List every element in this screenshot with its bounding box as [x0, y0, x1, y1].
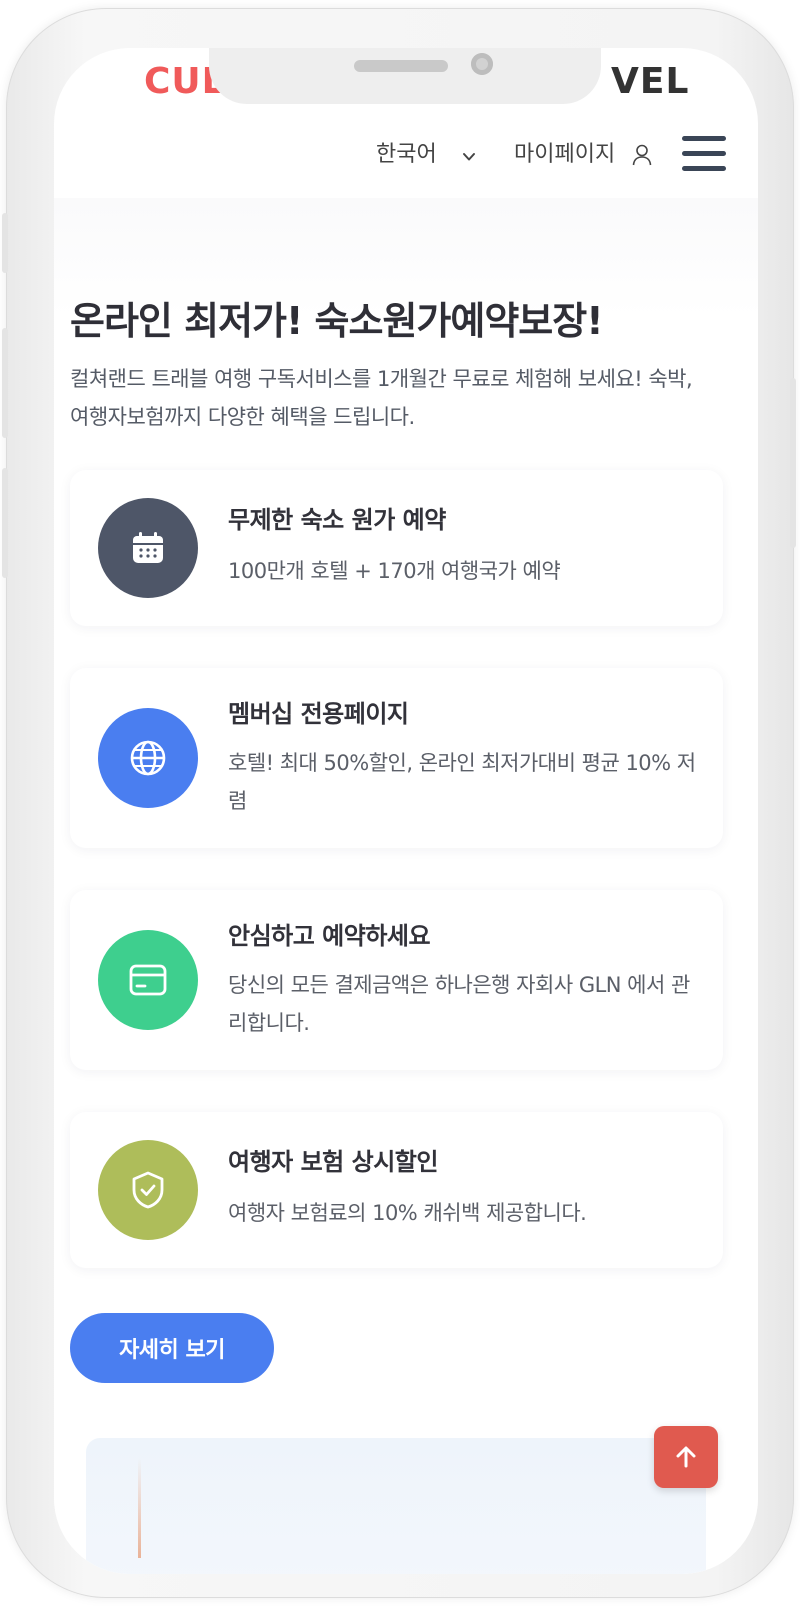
mypage-link[interactable]: 마이페이지 — [514, 140, 615, 170]
feature-icon-badge — [98, 498, 198, 598]
chevron-down-icon[interactable] — [462, 150, 476, 164]
phone-frame: CUL VEL 한국어 마이페이지 온라인 최저가! 숙소원가예약보장! 컬쳐랜… — [2, 8, 796, 1598]
phone-notch — [209, 48, 601, 104]
feature-title: 안심하고 예약하세요 — [228, 922, 431, 950]
view-details-button[interactable]: 자세히 보기 — [70, 1313, 274, 1383]
phone-volume-button — [2, 468, 8, 578]
feature-card: 멤버십 전용페이지 호텔! 최대 50%할인, 온라인 최저가대비 평균 10%… — [70, 668, 723, 848]
shield-check-icon — [132, 1171, 164, 1209]
main-content: 온라인 최저가! 숙소원가예약보장! 컬쳐랜드 트래블 여행 구독서비스를 1개… — [54, 198, 758, 1574]
feature-icon-badge — [98, 930, 198, 1030]
user-icon[interactable] — [632, 144, 652, 166]
credit-card-icon — [129, 964, 167, 996]
feature-card: 안심하고 예약하세요 당신의 모든 결제금액은 하나은행 자회사 GLN 에서 … — [70, 890, 723, 1070]
top-navigation: 한국어 마이페이지 — [54, 128, 758, 190]
feature-description: 당신의 모든 결제금액은 하나은행 자회사 GLN 에서 관리합니다. — [228, 973, 690, 1035]
banner-decoration — [138, 1458, 141, 1558]
front-camera — [471, 53, 493, 75]
promo-banner-image — [86, 1438, 706, 1574]
feature-description: 100만개 호텔 + 170개 여행국가 예약 — [228, 559, 561, 583]
feature-card: 여행자 보험 상시할인 여행자 보험료의 10% 캐쉬백 제공합니다. — [70, 1112, 723, 1268]
speaker-grille — [354, 60, 448, 72]
feature-description: 호텔! 최대 50%할인, 온라인 최저가대비 평균 10% 저렴 — [228, 751, 696, 813]
feature-title: 무제한 숙소 원가 예약 — [228, 506, 446, 534]
feature-icon-badge — [98, 708, 198, 808]
page-title: 온라인 최저가! 숙소원가예약보장! — [70, 299, 604, 343]
phone-screen: CUL VEL 한국어 마이페이지 온라인 최저가! 숙소원가예약보장! 컬쳐랜… — [54, 48, 758, 1574]
feature-description: 여행자 보험료의 10% 캐쉬백 제공합니다. — [228, 1201, 587, 1225]
hamburger-menu-icon[interactable] — [682, 136, 726, 174]
feature-title: 멤버십 전용페이지 — [228, 700, 409, 728]
feature-title: 여행자 보험 상시할인 — [228, 1148, 438, 1176]
globe-icon — [130, 740, 166, 776]
page-subtitle: 컬쳐랜드 트래블 여행 구독서비스를 1개월간 무료로 체험해 보세요! 숙박,… — [70, 367, 693, 429]
scroll-to-top-button[interactable] — [654, 1426, 718, 1488]
phone-power-button — [790, 378, 796, 548]
phone-volume-button — [2, 328, 8, 438]
feature-card: 무제한 숙소 원가 예약 100만개 호텔 + 170개 여행국가 예약 — [70, 470, 723, 626]
brand-logo-right[interactable]: VEL — [611, 62, 689, 102]
language-selector[interactable]: 한국어 — [376, 140, 437, 170]
feature-icon-badge — [98, 1140, 198, 1240]
phone-side-button — [2, 213, 8, 273]
arrow-up-icon — [676, 1446, 696, 1468]
calendar-icon — [133, 532, 163, 563]
